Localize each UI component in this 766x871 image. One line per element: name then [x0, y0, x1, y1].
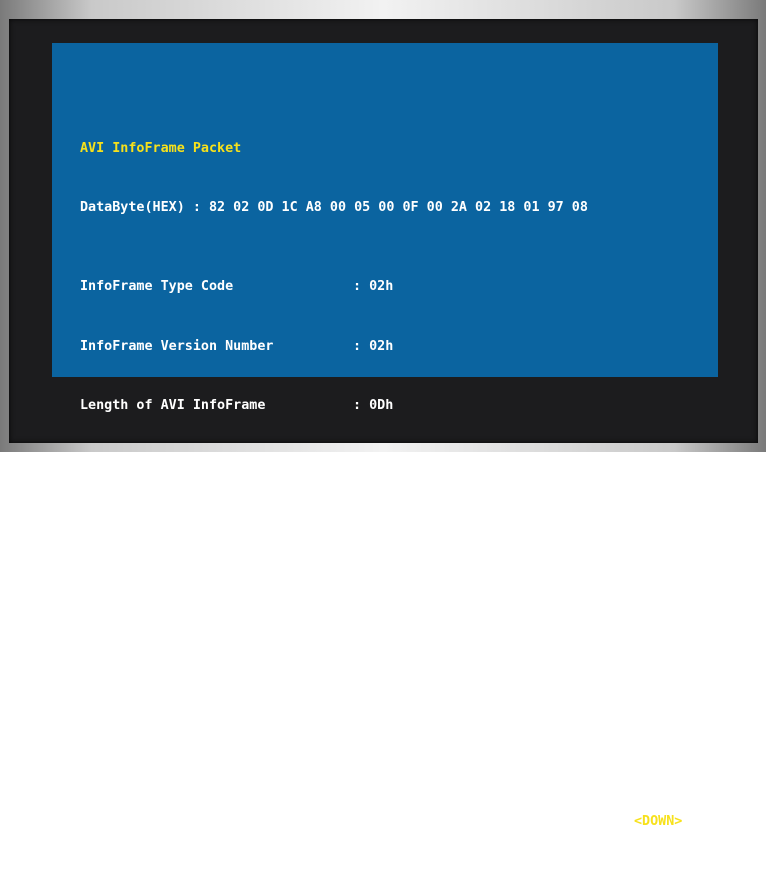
info-label: InfoFrame Version Number: [80, 338, 274, 354]
info-row: Pixel Repetition : No Repetition: [80, 574, 588, 594]
info-row: Bar Info : Vert. and Horiz.: [80, 752, 588, 772]
info-value: : [5] 1920x1080i @ 59.94/60Hz: [353, 516, 587, 532]
info-value: : 0Dh: [353, 397, 394, 413]
info-value: : No Repetition: [353, 576, 474, 592]
infoframe-content: AVI InfoFrame Packet DataByte(HEX) : 82 …: [80, 99, 682, 871]
info-value: : RGB: [353, 635, 394, 651]
info-label: RGB or YCbCr: [80, 635, 177, 651]
info-label: Active Format Information: [80, 694, 282, 710]
info-row: Video Code : [5] 1920x1080i @ 59.94/60Hz: [80, 515, 588, 535]
info-value: : Active Format(R0...R3): [353, 694, 547, 710]
info-label: InfoFrame Type Code: [80, 279, 234, 295]
osd-panel: AVI InfoFrame Packet DataByte(HEX) : 82 …: [52, 43, 718, 829]
info-label: Pixel Repetition: [80, 576, 209, 592]
info-row: RGB or YCbCr : RGB: [80, 634, 588, 654]
info-value: : B3h: [353, 457, 394, 473]
info-label: Video Code: [80, 516, 161, 532]
info-value: : No Data: [353, 813, 426, 829]
info-row: InfoFrame Type Code : 02h: [80, 277, 588, 297]
info-label: Length of AVI InfoFrame: [80, 397, 266, 413]
info-label: Bar Info: [80, 754, 145, 770]
info-row: Active Format Information : Active Format…: [80, 693, 588, 713]
info-value: : 02h: [353, 338, 394, 354]
monitor-bezel: AVI InfoFrame Packet DataByte(HEX) : 82 …: [0, 0, 766, 829]
info-label: Scan Information: [80, 813, 209, 829]
info-row: Scan Information : No Data <DOWN>: [80, 812, 682, 832]
packet-title: AVI InfoFrame Packet: [80, 140, 242, 156]
monitor-screen: AVI InfoFrame Packet DataByte(HEX) : 82 …: [9, 19, 758, 829]
info-row: InfoFrame Version Number : 02h: [80, 337, 588, 357]
databyte-line: DataByte(HEX) : 82 02 0D 1C A8 00 05 00 …: [80, 199, 588, 215]
info-value: : Vert. and Horiz.: [353, 754, 499, 770]
info-row: CheckSum : B3h: [80, 455, 588, 475]
info-value: : 02h: [353, 279, 394, 295]
down-nav-button[interactable]: <DOWN>: [634, 812, 682, 832]
info-label: CheckSum: [80, 457, 145, 473]
info-row: Length of AVI InfoFrame : 0Dh: [80, 396, 588, 416]
